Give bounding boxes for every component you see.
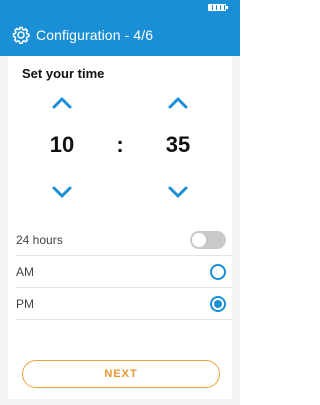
hours-decrease-button[interactable] [50,184,74,200]
app-bar: Configuration - 4/6 [0,14,240,56]
hours-increase-button[interactable] [50,94,74,110]
am-option-row[interactable]: AM [16,256,232,288]
page-title: Configuration - 4/6 [36,27,154,43]
minutes-increase-button[interactable] [166,94,190,110]
time-card: Set your time 10 : 35 24 hours AM PM NEX… [8,56,232,399]
chevron-up-icon [52,97,72,109]
hours-value: 10 [49,132,75,157]
format-24h-toggle[interactable] [190,230,226,249]
gear-icon [12,26,30,44]
battery-icon [208,4,228,11]
am-label: AM [16,264,34,279]
chevron-down-icon [168,186,188,198]
pm-option-row[interactable]: PM [16,288,232,320]
chevron-up-icon [168,97,188,109]
format-label: 24 hours [16,232,63,247]
format-row: 24 hours [16,224,232,256]
am-radio[interactable] [210,263,226,280]
screen: Configuration - 4/6 Set your time 10 : 3… [0,0,240,405]
status-bar [0,0,240,14]
pm-label: PM [16,296,34,311]
pm-radio[interactable] [210,295,226,312]
section-heading: Set your time [22,66,105,81]
minutes-value: 35 [165,132,191,157]
minutes-decrease-button[interactable] [166,184,190,200]
time-separator: : [116,132,124,157]
chevron-down-icon [52,186,72,198]
next-button[interactable]: NEXT [22,360,220,388]
